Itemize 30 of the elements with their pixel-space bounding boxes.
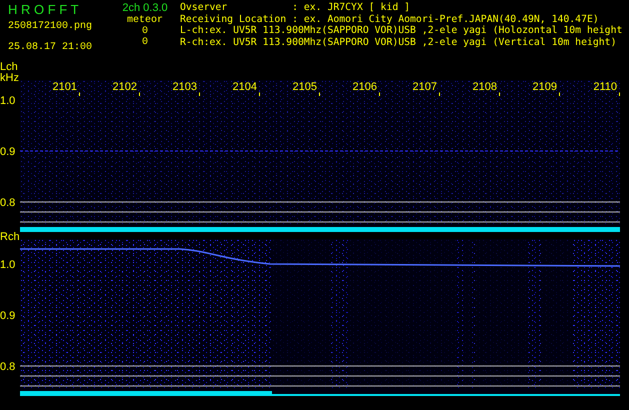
axis-tick-label: 0.9 [0,311,16,322]
channel-label: Rch [0,232,20,243]
time-label: 2103 [140,80,200,96]
axis-tick-label: 0.8 [0,362,16,373]
time-label: 2107 [380,80,440,96]
info-line: R-ch:ex. UV5R 113.900Mhz(SAPPORO VOR)USB ,2-ele yagi (Vertical 10m height) [180,36,618,48]
meteor-count: 0 [142,26,148,37]
time-label: 2101 [20,80,80,96]
axis-tick-label: 0.8 [0,198,16,209]
axis-tick-label: 1.0 [0,260,16,271]
file-name: 2508172100.png [8,21,94,32]
time-label: 2104 [200,80,260,96]
version-label: 2ch 0.3.0 [122,2,168,15]
meteor-count: 0 [142,37,148,48]
meteor-label: meteor [126,15,163,26]
unit-label: kHz [0,73,20,84]
channel-label: Lch [0,62,19,73]
time-label: 2109 [500,80,560,96]
info-line: Receiving Location : ex. Aomori City Aomori-Pref.JAPAN(40.49N, 140.47E) [180,14,600,25]
time-label: 2108 [440,80,500,96]
info-line: Ovserver : ex. JR7CYX [ kid ] [180,2,412,14]
info-line: L-ch:ex. UV5R 113.900Mhz(SAPPORO VOR)USB ,2-ele yagi (Holozontal 10m height [180,25,622,36]
time-label: 2105 [260,80,320,96]
axis-tick-label: 1.0 [0,96,16,107]
app-title: H R O F F T [8,2,80,18]
axis-tick-label: 0.9 [0,147,16,158]
time-label: 2102 [80,80,140,96]
time-label: 2110 [560,80,620,96]
time-label: 2106 [320,80,380,96]
timestamp: 25.08.17 21:00 [8,42,94,53]
